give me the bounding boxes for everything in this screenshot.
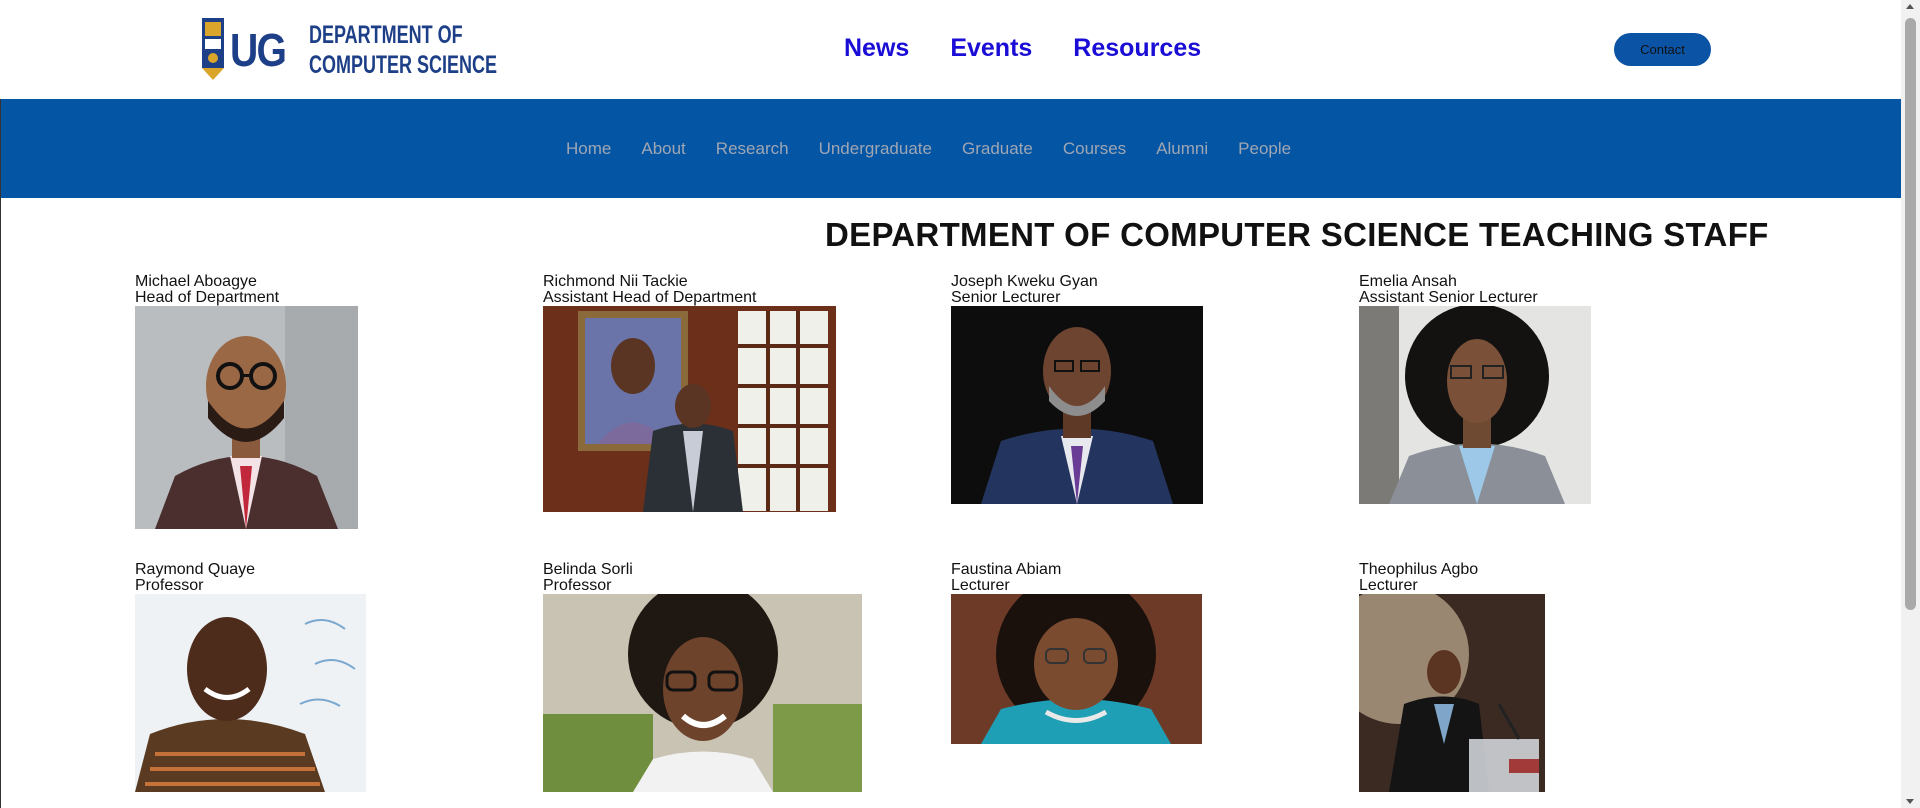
- staff-card: Belinda Sorli Professor: [543, 562, 862, 792]
- scroll-down-arrow-icon[interactable]: [1906, 799, 1914, 804]
- scrollbar-thumb[interactable]: [1905, 18, 1916, 610]
- staff-card: Theophilus Agbo Lecturer: [1359, 562, 1545, 792]
- staff-card: Emelia Ansah Assistant Senior Lecturer: [1359, 274, 1591, 504]
- logo-line-1: DEPARTMENT OF: [309, 21, 463, 49]
- staff-role: Head of Department: [135, 289, 280, 306]
- nav-item-alumni[interactable]: Alumni: [1156, 139, 1208, 159]
- nav-item-home[interactable]: Home: [566, 139, 611, 159]
- staff-photo: [951, 306, 1203, 504]
- logo-wordmark: DEPARTMENT OF COMPUTER SCIENCE: [309, 20, 497, 80]
- staff-card: Joseph Kweku Gyan Senior Lecturer: [951, 274, 1203, 504]
- nav-item-courses[interactable]: Courses: [1063, 139, 1126, 159]
- nav-item-people[interactable]: People: [1238, 139, 1291, 159]
- site-header: UG DEPARTMENT OF COMPUTER SCIENCE News E…: [0, 0, 1901, 99]
- top-nav-events[interactable]: Events: [950, 30, 1032, 66]
- contact-button[interactable]: Contact: [1614, 33, 1711, 66]
- vertical-scrollbar[interactable]: [1901, 0, 1920, 808]
- top-nav: News Events Resources: [844, 30, 1242, 66]
- staff-card: Michael Aboagye Head of Department: [135, 274, 358, 529]
- nav-item-graduate[interactable]: Graduate: [962, 139, 1033, 159]
- staff-role: Lecturer: [1359, 577, 1418, 594]
- staff-name: Richmond Nii Tackie: [543, 273, 688, 290]
- department-logo[interactable]: UG DEPARTMENT OF COMPUTER SCIENCE: [200, 12, 497, 88]
- staff-name: Theophilus Agbo: [1359, 561, 1479, 578]
- staff-card: Faustina Abiam Lecturer: [951, 562, 1202, 744]
- staff-role: Assistant Head of Department: [543, 289, 757, 306]
- staff-name: Michael Aboagye: [135, 273, 257, 290]
- scroll-up-arrow-icon[interactable]: [1906, 4, 1914, 9]
- staff-role: Professor: [135, 577, 204, 594]
- staff-photo: [1359, 306, 1591, 504]
- staff-photo: [135, 594, 366, 792]
- staff-role: Assistant Senior Lecturer: [1359, 289, 1538, 306]
- nav-item-undergraduate[interactable]: Undergraduate: [819, 139, 932, 159]
- top-nav-resources[interactable]: Resources: [1073, 30, 1201, 66]
- university-crest-icon: [200, 14, 226, 86]
- primary-nav: Home About Research Undergraduate Gradua…: [566, 139, 1321, 159]
- logo-abbreviation: UG: [230, 24, 287, 76]
- staff-photo: [543, 306, 836, 512]
- staff-name: Faustina Abiam: [951, 561, 1062, 578]
- top-nav-news[interactable]: News: [844, 30, 909, 66]
- staff-name: Raymond Quaye: [135, 561, 256, 578]
- staff-photo: [1359, 594, 1545, 792]
- staff-role: Senior Lecturer: [951, 289, 1061, 306]
- staff-name: Emelia Ansah: [1359, 273, 1457, 290]
- staff-photo: [135, 306, 358, 529]
- staff-photo: [951, 594, 1202, 744]
- nav-item-research[interactable]: Research: [716, 139, 789, 159]
- logo-line-2: COMPUTER SCIENCE: [309, 51, 498, 79]
- staff-card: Raymond Quaye Professor: [135, 562, 366, 792]
- staff-role: Professor: [543, 577, 612, 594]
- staff-name: Joseph Kweku Gyan: [951, 273, 1098, 290]
- staff-card: Richmond Nii Tackie Assistant Head of De…: [543, 274, 836, 512]
- nav-item-about[interactable]: About: [641, 139, 685, 159]
- staff-photo: [543, 594, 862, 792]
- staff-role: Lecturer: [951, 577, 1010, 594]
- staff-name: Belinda Sorli: [543, 561, 633, 578]
- page-title: DEPARTMENT OF COMPUTER SCIENCE TEACHING …: [825, 216, 1769, 253]
